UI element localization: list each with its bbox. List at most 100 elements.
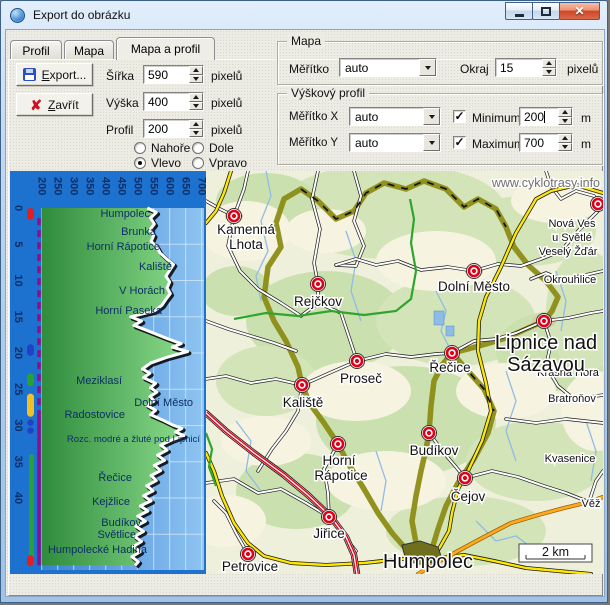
profile-size-unit: pixelů (211, 123, 243, 137)
svg-text:V Horách: V Horách (119, 285, 165, 297)
maximum-input[interactable]: 700 (519, 133, 573, 152)
tab-mapa[interactable]: Mapa (64, 40, 114, 60)
maximize-button[interactable] (532, 2, 560, 20)
svg-text:Lhota: Lhota (229, 237, 263, 252)
spin-down-button[interactable] (189, 74, 203, 83)
scale-x-select[interactable]: auto (349, 107, 441, 126)
svg-text:Horní: Horní (322, 453, 355, 468)
svg-text:20: 20 (12, 347, 24, 359)
svg-text:Humpolec: Humpolec (383, 551, 473, 573)
arrow-down-icon (193, 76, 199, 81)
radio-position-left[interactable] (134, 157, 146, 169)
svg-text:Kaliště: Kaliště (283, 395, 324, 410)
scale-x-label: Měřítko X (289, 111, 339, 123)
minimize-button[interactable] (505, 2, 533, 20)
height-spinner (189, 93, 203, 110)
spin-up-button[interactable] (189, 66, 203, 75)
svg-text:Humpolec: Humpolec (100, 208, 150, 220)
arrow-down-icon (562, 144, 568, 149)
margin-input[interactable]: 15 (495, 58, 557, 77)
svg-text:200: 200 (36, 177, 48, 195)
maximum-spinner (558, 134, 572, 151)
svg-text:2 km: 2 km (542, 545, 569, 559)
minimum-spinner (558, 108, 572, 125)
map-scale-select[interactable]: auto (339, 58, 437, 77)
svg-text:Veselý Žďár: Veselý Žďár (539, 245, 598, 258)
minimum-unit: m (581, 111, 591, 125)
tab-profil[interactable]: Profil (10, 40, 62, 60)
height-label: Výška (106, 96, 139, 110)
svg-text:Řečice: Řečice (98, 471, 132, 484)
maximum-checkbox[interactable] (453, 136, 466, 149)
svg-text:u Světlé: u Světlé (552, 232, 592, 244)
svg-text:Radostovice: Radostovice (64, 409, 125, 421)
svg-text:5: 5 (12, 241, 24, 247)
svg-text:Brunka: Brunka (121, 226, 157, 238)
spin-down-button[interactable] (189, 128, 203, 137)
chevron-down-icon (428, 140, 435, 145)
profile-spinner (189, 120, 203, 137)
radio-right-label: Vpravo (209, 156, 248, 170)
svg-text:30: 30 (12, 419, 24, 431)
arrow-down-icon (546, 69, 552, 74)
dropdown-button[interactable] (419, 59, 436, 76)
spin-up-button[interactable] (189, 120, 203, 129)
arrow-up-icon (193, 68, 199, 73)
dropdown-button[interactable] (423, 134, 440, 151)
arrow-up-icon (546, 61, 552, 66)
maximum-unit: m (581, 137, 591, 151)
text-caret (544, 110, 546, 123)
minimum-input[interactable]: 200 (519, 107, 573, 126)
profile-group-title: Výškový profil (287, 86, 370, 100)
profile-size-input[interactable]: 200 (143, 119, 204, 138)
maximum-label: Maximum (472, 137, 525, 151)
tab-mapa-a-profil[interactable]: Mapa a profil (116, 37, 215, 60)
close-button-label: Zavřít (48, 97, 79, 112)
svg-text:0: 0 (12, 205, 24, 211)
svg-text:Bratroňov: Bratroňov (548, 393, 596, 405)
spin-down-button[interactable] (542, 67, 556, 76)
spin-up-button[interactable] (558, 134, 572, 143)
spin-down-button[interactable] (189, 101, 203, 110)
arrow-down-icon (193, 103, 199, 108)
svg-text:Nová Ves: Nová Ves (548, 218, 596, 230)
red-x-icon: ✘ (30, 96, 43, 113)
svg-text:650: 650 (180, 177, 192, 195)
close-button[interactable]: ✕ (559, 2, 600, 20)
radio-position-top[interactable] (134, 142, 146, 154)
svg-text:250: 250 (52, 177, 64, 195)
spin-up-button[interactable] (542, 59, 556, 68)
svg-text:400: 400 (100, 177, 112, 195)
svg-text:15: 15 (12, 311, 24, 323)
close-dialog-button[interactable]: ✘ Zavřít (16, 93, 93, 116)
title-bar[interactable]: Export do obrázku ✕ (1, 1, 607, 29)
width-spinner (189, 66, 203, 83)
export-button[interactable]: Export... (16, 63, 93, 86)
app-icon (10, 7, 25, 23)
svg-text:700: 700 (196, 177, 206, 195)
close-icon: ✕ (574, 4, 585, 18)
margin-spinner (542, 59, 556, 76)
arrow-up-icon (193, 95, 199, 100)
scale-y-select[interactable]: auto (349, 133, 441, 152)
svg-text:Horní Rápotice: Horní Rápotice (87, 241, 160, 253)
window-title: Export do obrázku (33, 8, 131, 22)
dropdown-button[interactable] (423, 108, 440, 125)
floppy-disk-icon (22, 68, 36, 81)
export-button-label: Export... (41, 67, 87, 82)
spin-down-button[interactable] (558, 116, 572, 125)
radio-position-right[interactable] (192, 157, 204, 169)
arrow-down-icon (193, 130, 199, 135)
svg-text:Rápotice: Rápotice (314, 468, 367, 483)
radio-left-label: Vlevo (151, 156, 182, 170)
spin-up-button[interactable] (189, 93, 203, 102)
minimum-label: Minimum (472, 111, 521, 125)
spin-up-button[interactable] (558, 108, 572, 117)
svg-text:Jiřice: Jiřice (313, 526, 345, 541)
arrow-down-icon (562, 118, 568, 123)
radio-position-bottom[interactable] (192, 142, 204, 154)
spin-down-button[interactable] (558, 142, 572, 151)
height-input[interactable]: 400 (143, 92, 204, 111)
width-input[interactable]: 590 (143, 65, 204, 84)
minimum-checkbox[interactable] (453, 110, 466, 123)
